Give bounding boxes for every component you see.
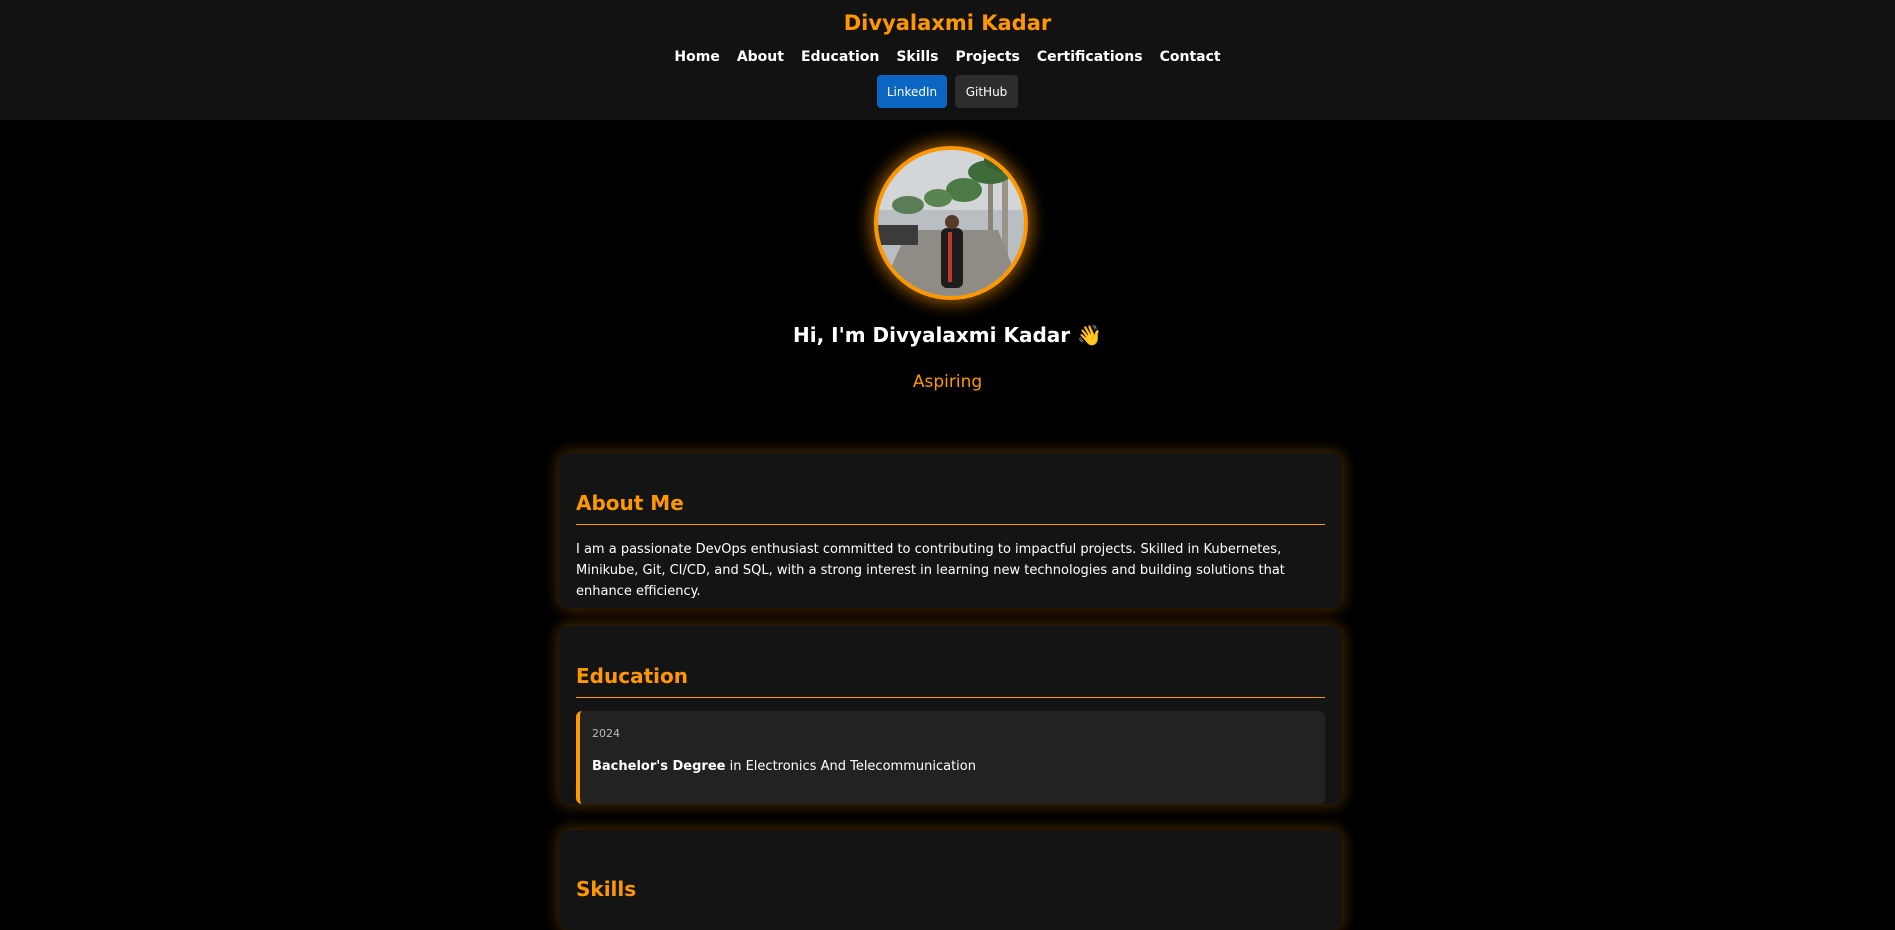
site-header: Divyalaxmi Kadar Home About Education Sk… bbox=[0, 0, 1895, 120]
about-divider bbox=[576, 524, 1325, 525]
github-button[interactable]: GitHub bbox=[955, 75, 1018, 108]
education-degree-line: Bachelor's Degree in Electronics And Tel… bbox=[592, 758, 1325, 776]
brand-title: Divyalaxmi Kadar bbox=[843, 11, 1052, 35]
about-text: I am a passionate DevOps enthusiast comm… bbox=[576, 542, 1285, 599]
about-heading: About Me bbox=[576, 491, 684, 515]
education-divider bbox=[576, 697, 1325, 698]
education-heading: Education bbox=[576, 664, 688, 688]
profile-photo bbox=[874, 146, 1028, 300]
nav-education[interactable]: Education bbox=[801, 47, 879, 67]
nav-contact[interactable]: Contact bbox=[1160, 47, 1221, 67]
nav-skills[interactable]: Skills bbox=[896, 47, 938, 67]
education-field: Electronics And Telecommunication bbox=[745, 759, 976, 774]
education-connector: in bbox=[725, 759, 746, 774]
profile-photo-image bbox=[878, 150, 1024, 296]
skills-section: Skills bbox=[559, 830, 1342, 930]
education-item: 2024 Bachelor's Degree in Electronics An… bbox=[576, 711, 1325, 804]
skills-heading: Skills bbox=[576, 877, 637, 901]
hero-subtitle: Aspiring bbox=[912, 372, 983, 392]
main-nav: Home About Education Skills Projects Cer… bbox=[0, 47, 1895, 67]
education-year: 2024 bbox=[592, 727, 620, 740]
hero-title: Hi, I'm Divyalaxmi Kadar 👋 bbox=[793, 323, 1102, 347]
nav-projects[interactable]: Projects bbox=[955, 47, 1019, 67]
about-section: About Me I am a passionate DevOps enthus… bbox=[559, 453, 1342, 608]
nav-home[interactable]: Home bbox=[674, 47, 719, 67]
education-degree: Bachelor's Degree bbox=[592, 759, 726, 774]
education-section: Education 2024 Bachelor's Degree in Elec… bbox=[559, 626, 1342, 804]
nav-certifications[interactable]: Certifications bbox=[1037, 47, 1143, 67]
social-links: LinkedIn GitHub bbox=[0, 75, 1895, 108]
nav-about[interactable]: About bbox=[737, 47, 784, 67]
linkedin-button[interactable]: LinkedIn bbox=[877, 75, 947, 108]
